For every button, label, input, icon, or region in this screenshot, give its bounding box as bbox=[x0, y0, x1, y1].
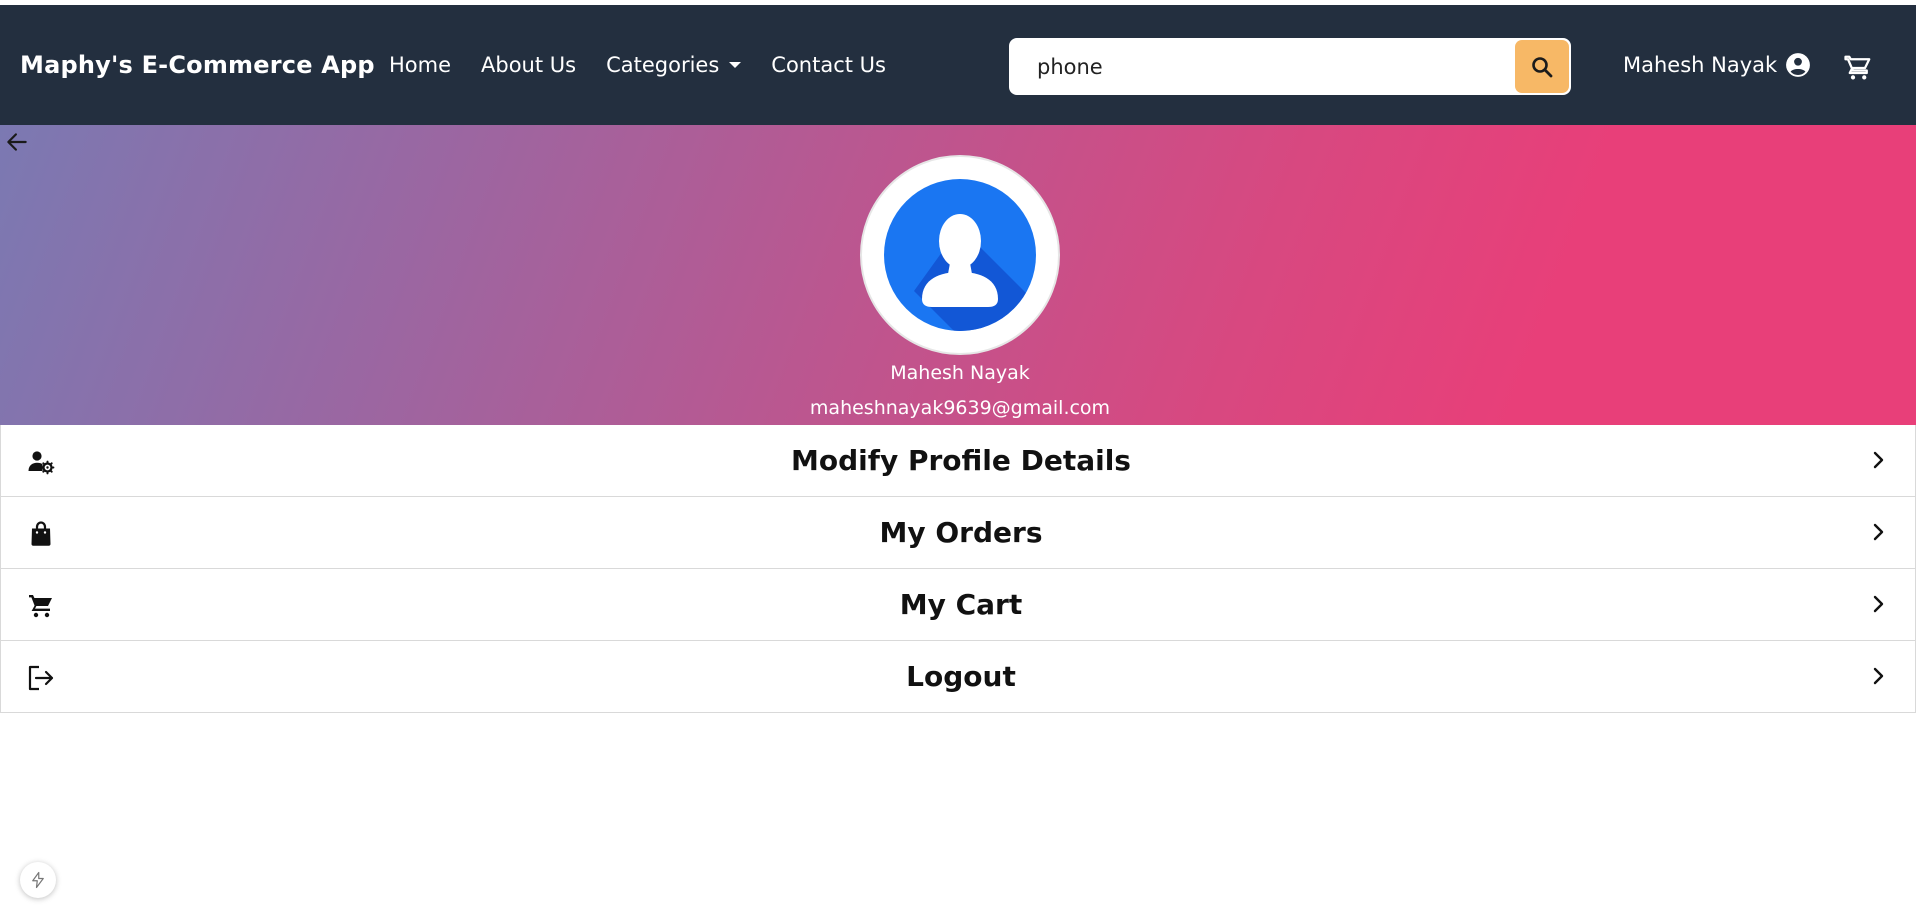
profile-name: Mahesh Nayak bbox=[890, 362, 1030, 384]
user-name: Mahesh Nayak bbox=[1623, 53, 1778, 77]
chevron-right-icon bbox=[1873, 451, 1884, 469]
header-cart-button[interactable] bbox=[1843, 53, 1873, 88]
cart-icon bbox=[1844, 55, 1871, 80]
menu-item-my-orders[interactable]: My Orders bbox=[0, 497, 1916, 569]
back-button[interactable] bbox=[4, 129, 30, 160]
search-bar bbox=[1009, 38, 1571, 95]
menu-item-logout[interactable]: Logout bbox=[0, 641, 1916, 713]
menu-label-my-cart: My Cart bbox=[899, 588, 1023, 621]
nav-links: Home About Us Categories Contact Us bbox=[389, 5, 916, 125]
caret-down-icon bbox=[729, 62, 742, 68]
navbar: Maphy's E-Commerce App Home About Us Cat… bbox=[0, 5, 1916, 125]
user-menu[interactable]: Mahesh Nayak bbox=[1623, 5, 1811, 125]
nav-home[interactable]: Home bbox=[389, 53, 451, 77]
avatar bbox=[860, 155, 1060, 355]
nav-categories-dropdown[interactable]: Categories bbox=[606, 53, 742, 77]
brand-title[interactable]: Maphy's E-Commerce App bbox=[20, 5, 375, 125]
search-icon bbox=[1532, 56, 1553, 77]
user-avatar-icon bbox=[884, 179, 1036, 331]
chevron-right-icon bbox=[1873, 523, 1884, 541]
search-button[interactable] bbox=[1515, 40, 1569, 93]
profile-email: maheshnayak9639@gmail.com bbox=[809, 397, 1111, 419]
menu-label-modify-profile: Modify Profile Details bbox=[791, 444, 1131, 477]
search-input[interactable] bbox=[1009, 38, 1515, 95]
menu-item-modify-profile[interactable]: Modify Profile Details bbox=[0, 425, 1916, 497]
lightning-bolt-icon bbox=[32, 871, 44, 889]
avatar-svg bbox=[914, 214, 1036, 331]
nav-contact-us[interactable]: Contact Us bbox=[771, 53, 886, 77]
menu-label-my-orders: My Orders bbox=[879, 516, 1043, 549]
profile-menu: Modify Profile Details My Orders My Cart bbox=[0, 425, 1916, 713]
nav-about-us[interactable]: About Us bbox=[481, 53, 576, 77]
devtools-badge-button[interactable] bbox=[20, 862, 56, 898]
chevron-right-icon bbox=[1873, 595, 1884, 613]
nav-contact-us-label: Contact Us bbox=[771, 53, 886, 77]
chevron-right-icon bbox=[1873, 667, 1884, 685]
nav-home-label: Home bbox=[389, 53, 452, 77]
arrow-left-icon bbox=[7, 133, 27, 151]
profile-hero: Mahesh Nayak maheshnayak9639@gmail.com bbox=[0, 125, 1916, 425]
menu-label-logout: Logout bbox=[906, 660, 1016, 693]
menu-item-my-cart[interactable]: My Cart bbox=[0, 569, 1916, 641]
nav-about-us-label: About Us bbox=[481, 53, 577, 77]
nav-categories-label: Categories bbox=[606, 53, 720, 77]
account-circle-icon bbox=[1786, 53, 1811, 77]
